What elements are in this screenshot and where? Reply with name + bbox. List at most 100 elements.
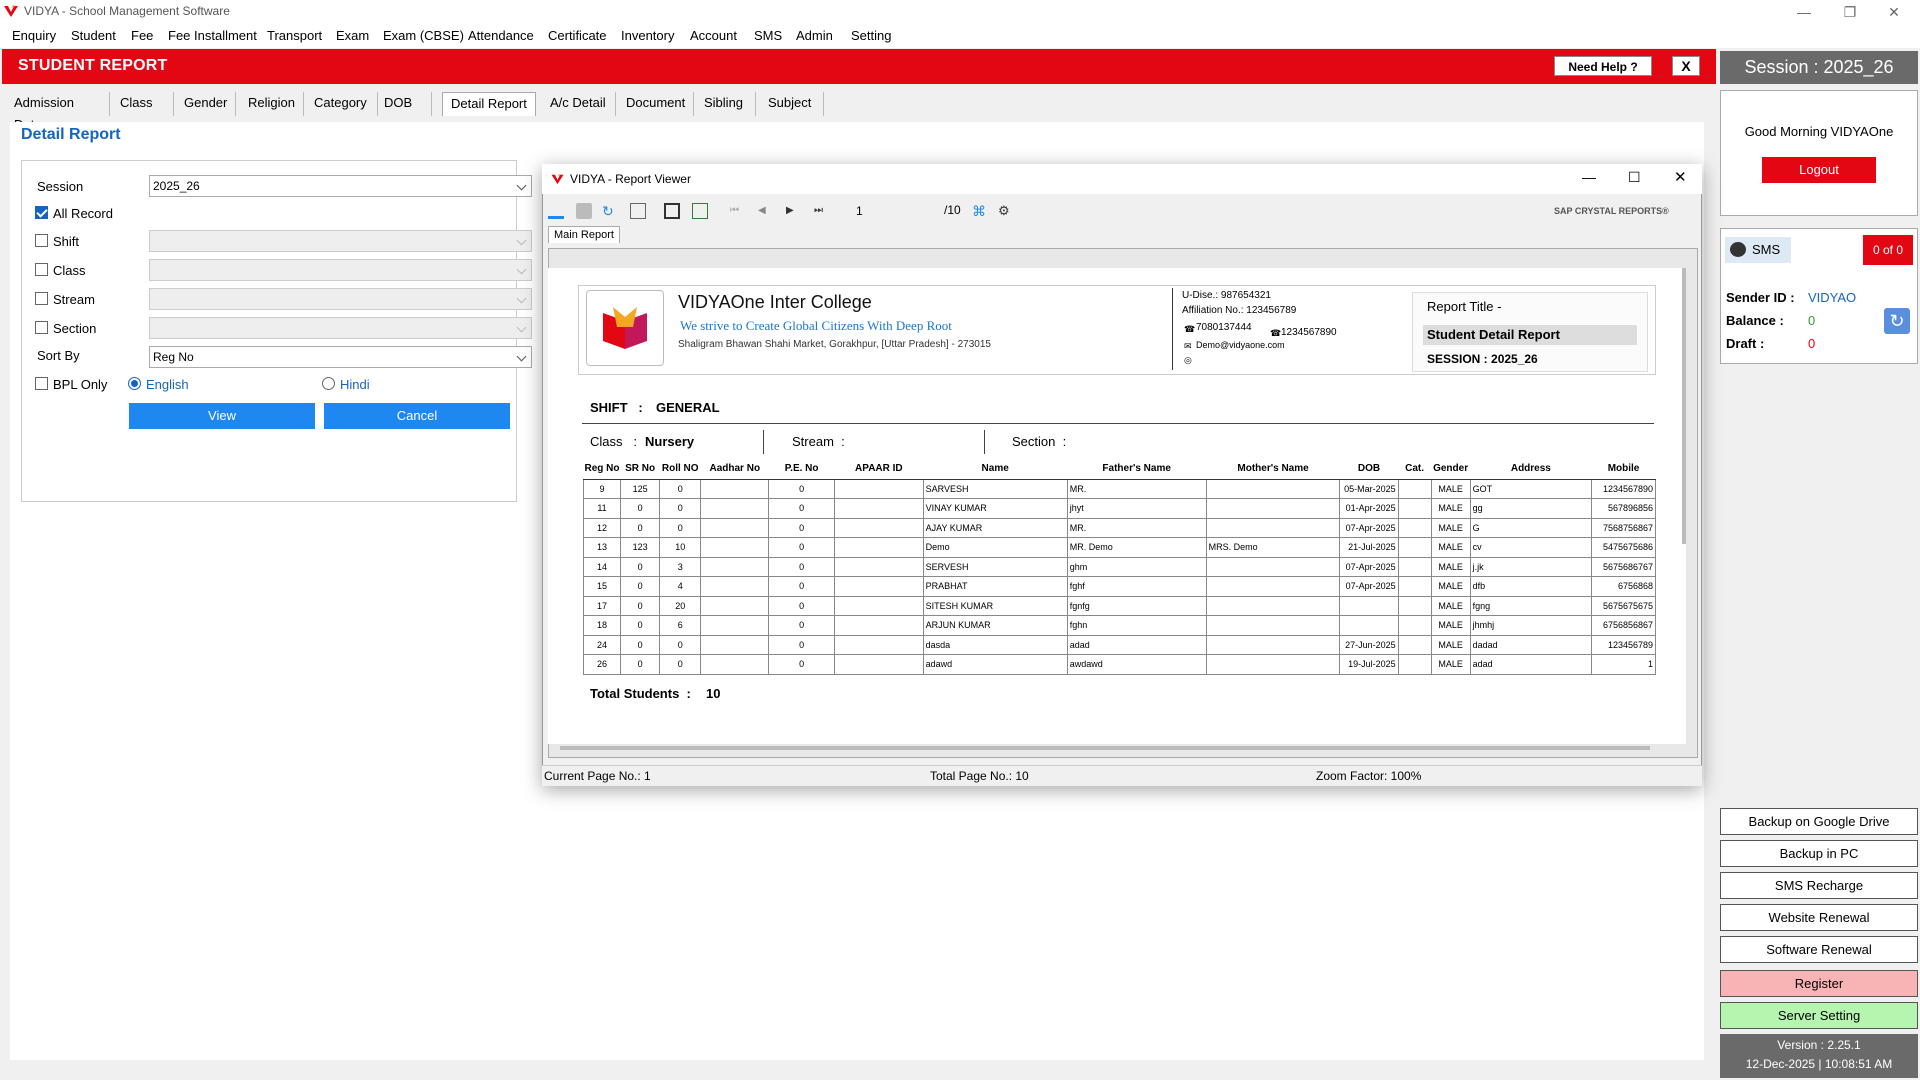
table-cell: 0 bbox=[768, 537, 836, 558]
menu-enquiry[interactable]: Enquiry bbox=[12, 28, 56, 43]
viewer-close-icon[interactable]: ✕ bbox=[1674, 168, 1687, 186]
toggle-tree-icon[interactable] bbox=[664, 203, 680, 219]
app-logo-icon bbox=[4, 5, 18, 17]
refresh-report-icon[interactable]: ↻ bbox=[602, 203, 618, 219]
table-cell: G bbox=[1469, 518, 1593, 538]
register-button[interactable]: Register bbox=[1720, 970, 1918, 997]
phone1-text: 7080137444 bbox=[1196, 322, 1252, 333]
session-select[interactable]: 2025_26 bbox=[149, 175, 532, 197]
section-checkbox[interactable] bbox=[35, 321, 48, 334]
balance-label: Balance : bbox=[1726, 313, 1784, 328]
prev-page-icon[interactable]: ◀ bbox=[758, 203, 774, 219]
print-icon[interactable] bbox=[576, 203, 592, 219]
stream-checkbox[interactable] bbox=[35, 292, 48, 305]
menu-admin[interactable]: Admin bbox=[796, 28, 833, 43]
tab-sibling[interactable]: Sibling bbox=[696, 92, 756, 116]
tab-class[interactable]: Class bbox=[112, 92, 174, 116]
backup-google-drive-button[interactable]: Backup on Google Drive bbox=[1720, 808, 1918, 835]
column-header: SR No bbox=[620, 459, 660, 480]
tab-religion[interactable]: Religion bbox=[240, 92, 304, 116]
horizontal-scrollbar[interactable] bbox=[560, 746, 1650, 750]
english-radio[interactable] bbox=[128, 377, 141, 390]
menu-transport[interactable]: Transport bbox=[267, 28, 322, 43]
viewer-maximize-icon[interactable]: ☐ bbox=[1628, 169, 1641, 186]
menu-fee-installment[interactable]: Fee Installment bbox=[168, 28, 257, 43]
table-cell: ARJUN KUMAR bbox=[922, 615, 1068, 636]
class-select[interactable] bbox=[149, 259, 532, 281]
shift-select[interactable] bbox=[149, 230, 532, 252]
refresh-icon[interactable]: ↻ bbox=[1884, 308, 1910, 334]
class-checkbox[interactable] bbox=[35, 263, 48, 276]
menu-student[interactable]: Student bbox=[71, 28, 116, 43]
website-renewal-button[interactable]: Website Renewal bbox=[1720, 904, 1918, 931]
zoom-icon[interactable]: ⚙ bbox=[998, 203, 1014, 219]
tab-admission-date[interactable]: Admission Date bbox=[6, 92, 110, 132]
menu-exam[interactable]: Exam bbox=[336, 28, 369, 43]
school-logo bbox=[586, 290, 664, 366]
table-cell: 0 bbox=[620, 557, 661, 577]
menu-inventory[interactable]: Inventory bbox=[621, 28, 674, 43]
menu-fee[interactable]: Fee bbox=[131, 28, 153, 43]
table-cell: fghf bbox=[1066, 576, 1207, 597]
chevron-down-icon bbox=[516, 293, 527, 304]
minimize-icon[interactable]: — bbox=[1784, 2, 1824, 22]
table-cell: 4 bbox=[659, 576, 702, 597]
binoculars-icon[interactable]: ⌘ bbox=[972, 203, 988, 219]
software-renewal-button[interactable]: Software Renewal bbox=[1720, 936, 1918, 963]
column-header: Mobile bbox=[1591, 459, 1656, 480]
table-cell bbox=[700, 635, 770, 655]
table-header-row: Reg No SR No Roll NO Aadhar No P.E. No APAAR … bbox=[583, 459, 1656, 480]
view-button[interactable]: View bbox=[129, 403, 315, 429]
restore-icon[interactable]: ❐ bbox=[1830, 2, 1870, 22]
tab-gender[interactable]: Gender bbox=[176, 92, 236, 116]
tab-subject[interactable]: Subject bbox=[760, 92, 824, 116]
sort-by-select[interactable]: Reg No bbox=[149, 346, 532, 368]
tab-detail-report[interactable]: Detail Report bbox=[442, 92, 536, 116]
web-icon: ◎ bbox=[1184, 355, 1192, 365]
tab-ac-detail[interactable]: A/c Detail bbox=[542, 92, 616, 116]
sms-recharge-button[interactable]: SMS Recharge bbox=[1720, 872, 1918, 899]
menu-exam-cbse[interactable]: Exam (CBSE) bbox=[383, 28, 464, 43]
close-report-button[interactable]: X bbox=[1672, 56, 1700, 76]
tab-document[interactable]: Document bbox=[618, 92, 694, 116]
viewer-minimize-icon[interactable]: — bbox=[1582, 169, 1596, 185]
last-page-icon[interactable]: ⏭ bbox=[814, 203, 830, 219]
menu-attendance[interactable]: Attendance bbox=[468, 28, 534, 43]
copy-icon[interactable] bbox=[630, 203, 646, 219]
next-page-icon[interactable]: ▶ bbox=[786, 203, 802, 219]
menu-account[interactable]: Account bbox=[690, 28, 737, 43]
table-cell: MR. bbox=[1066, 479, 1207, 499]
table-cell: 07-Apr-2025 bbox=[1339, 518, 1399, 538]
hindi-radio[interactable] bbox=[322, 377, 335, 390]
need-help-button[interactable]: Need Help ? bbox=[1554, 56, 1652, 76]
menu-setting[interactable]: Setting bbox=[851, 28, 891, 43]
all-record-checkbox[interactable] bbox=[35, 206, 48, 219]
menu-certificate[interactable]: Certificate bbox=[548, 28, 607, 43]
section-select[interactable] bbox=[149, 317, 532, 339]
stream-select[interactable] bbox=[149, 288, 532, 310]
export-icon[interactable] bbox=[548, 203, 564, 219]
page-number-input[interactable]: 1 bbox=[856, 201, 936, 221]
tab-main-report[interactable]: Main Report bbox=[548, 226, 620, 243]
server-setting-button[interactable]: Server Setting bbox=[1720, 1002, 1918, 1029]
vertical-scrollbar[interactable] bbox=[1682, 268, 1686, 544]
sms-tab[interactable]: SMS bbox=[1725, 237, 1791, 263]
tab-dob[interactable]: DOB bbox=[376, 92, 432, 116]
tab-category[interactable]: Category bbox=[306, 92, 378, 116]
shift-checkbox[interactable] bbox=[35, 234, 48, 247]
logout-button[interactable]: Logout bbox=[1762, 157, 1876, 183]
close-window-icon[interactable]: ✕ bbox=[1874, 2, 1914, 22]
group-tree-icon[interactable] bbox=[692, 203, 708, 219]
backup-pc-button[interactable]: Backup in PC bbox=[1720, 840, 1918, 867]
shift-label: Shift bbox=[53, 234, 80, 249]
table-cell: 11 bbox=[582, 498, 622, 519]
report-title-box: Report Title - Student Detail Report SES… bbox=[1412, 292, 1648, 372]
phone-icon: ☎ bbox=[1270, 328, 1282, 338]
menu-sms[interactable]: SMS bbox=[754, 28, 782, 43]
first-page-icon[interactable]: ⏮ bbox=[730, 203, 746, 219]
cancel-button[interactable]: Cancel bbox=[324, 403, 510, 429]
table-cell: adawd bbox=[922, 654, 1068, 675]
phone2-text: 1234567890 bbox=[1281, 327, 1337, 338]
table-cell: 5675675675 bbox=[1591, 596, 1656, 616]
bpl-only-checkbox[interactable] bbox=[35, 377, 48, 390]
